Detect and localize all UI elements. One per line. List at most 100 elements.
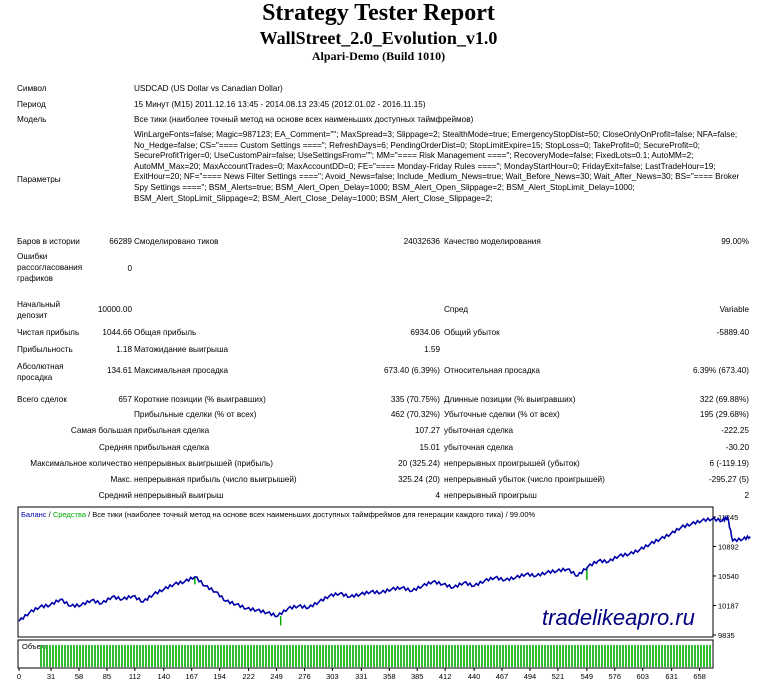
volume-bar bbox=[706, 645, 708, 667]
loss-trades-label: Убыточные сделки (% от всех) bbox=[444, 410, 560, 419]
rel-drawdown-label: Относительная просадка bbox=[444, 366, 540, 375]
maximal-prefix: Макс. bbox=[110, 475, 132, 484]
volume-bar bbox=[124, 645, 126, 667]
volume-bar bbox=[631, 645, 633, 667]
x-tick-label: 494 bbox=[524, 672, 537, 681]
volume-bar bbox=[607, 645, 609, 667]
net-profit-value: 1044.66 bbox=[102, 328, 132, 337]
long-positions-value: 322 (69.88%) bbox=[699, 395, 749, 404]
average-profit-value: 15.01 bbox=[419, 443, 441, 452]
volume-bar bbox=[544, 645, 546, 667]
volume-bar bbox=[49, 645, 51, 667]
volume-bar bbox=[523, 645, 525, 667]
volume-bar bbox=[148, 645, 150, 667]
quality-value: 99.00% bbox=[721, 237, 749, 246]
legend-equity: Средства bbox=[53, 510, 87, 519]
volume-bar bbox=[355, 645, 357, 667]
volume-bar bbox=[640, 645, 642, 667]
volume-bar bbox=[613, 645, 615, 667]
volume-bar bbox=[304, 645, 306, 667]
volume-bar bbox=[448, 645, 450, 667]
maximal-loss-label: непрерывный убыток (число проигрышей) bbox=[444, 475, 605, 484]
volume-bar bbox=[394, 645, 396, 667]
volume-bar bbox=[130, 645, 132, 667]
volume-bar bbox=[289, 645, 291, 667]
gross-loss-label: Общий убыток bbox=[444, 328, 500, 337]
volume-bar bbox=[541, 645, 543, 667]
avg-consec-losses-value: 2 bbox=[744, 491, 749, 500]
average-loss-label: убыточная сделка bbox=[444, 443, 514, 452]
volume-bar bbox=[268, 645, 270, 667]
volume-bar bbox=[688, 645, 690, 667]
short-positions-value: 335 (70.75%) bbox=[390, 395, 440, 404]
volume-bar bbox=[214, 645, 216, 667]
volume-bar bbox=[241, 645, 243, 667]
volume-bar bbox=[421, 645, 423, 667]
volume-bar bbox=[577, 645, 579, 667]
avg-consec-wins-label: непрерывный выигрыш bbox=[134, 491, 224, 500]
profit-trades-value: 462 (70.32%) bbox=[390, 410, 440, 419]
params-value: WinLargeFonts=false; Magic=987123; EA_Co… bbox=[134, 130, 740, 203]
expert-name: WallStreet_2.0_Evolution_v1.0 bbox=[259, 28, 498, 48]
volume-bar bbox=[508, 645, 510, 667]
avg-consec-prefix: Средний bbox=[98, 491, 132, 500]
y-tick-label: 10892 bbox=[718, 543, 739, 552]
abs-drawdown-label: Абсолютная просадка bbox=[17, 362, 64, 382]
volume-bar bbox=[427, 645, 429, 667]
volume-bar bbox=[112, 645, 114, 667]
volume-bar bbox=[307, 645, 309, 667]
volume-bar bbox=[325, 645, 327, 667]
symbol-value: USDCAD (US Dollar vs Canadian Dollar) bbox=[134, 84, 283, 93]
volume-bar bbox=[166, 645, 168, 667]
volume-bar bbox=[679, 645, 681, 667]
y-tick-label: 10187 bbox=[718, 602, 739, 611]
volume-bar bbox=[43, 645, 45, 667]
volume-bar bbox=[217, 645, 219, 667]
volume-bar bbox=[205, 645, 207, 667]
ticks-value: 24032636 bbox=[403, 237, 440, 246]
average-loss-value: -30.20 bbox=[725, 443, 749, 452]
volume-bar bbox=[67, 645, 69, 667]
max-consec-wins-label: непрерывных выигрышей (прибыль) bbox=[134, 459, 274, 468]
spread-label: Спред bbox=[444, 305, 469, 314]
volume-bar bbox=[490, 645, 492, 667]
volume-bar bbox=[592, 645, 594, 667]
volume-bar bbox=[388, 645, 390, 667]
x-tick-label: 358 bbox=[383, 672, 396, 681]
x-tick-label: 631 bbox=[665, 672, 678, 681]
volume-bar bbox=[247, 645, 249, 667]
volume-bar bbox=[487, 645, 489, 667]
volume-bar bbox=[547, 645, 549, 667]
volume-bar bbox=[526, 645, 528, 667]
profit-factor-label: Прибыльность bbox=[17, 345, 73, 354]
volume-bar bbox=[379, 645, 381, 667]
volume-bar bbox=[349, 645, 351, 667]
volume-bar bbox=[406, 645, 408, 667]
x-tick-label: 521 bbox=[552, 672, 565, 681]
legend-balance: Баланс bbox=[21, 510, 47, 519]
volume-bar bbox=[226, 645, 228, 667]
x-tick-label: 167 bbox=[185, 672, 198, 681]
volume-bar bbox=[259, 645, 261, 667]
volume-bar bbox=[634, 645, 636, 667]
volume-bar bbox=[337, 645, 339, 667]
max-consec-losses-label: непрерывных проигрышей (убыток) bbox=[444, 459, 580, 468]
largest-loss-value: -222.25 bbox=[721, 426, 749, 435]
ticks-label: Смоделировано тиков bbox=[134, 237, 219, 246]
volume-bar bbox=[253, 645, 255, 667]
volume-bar bbox=[622, 645, 624, 667]
volume-bar bbox=[265, 645, 267, 667]
volume-bar bbox=[619, 645, 621, 667]
x-tick-label: 85 bbox=[103, 672, 111, 681]
volume-bar bbox=[103, 645, 105, 667]
volume-bar bbox=[145, 645, 147, 667]
volume-bar bbox=[367, 645, 369, 667]
volume-bar bbox=[184, 645, 186, 667]
avg-consec-losses-label: непрерывный проигрыш bbox=[444, 491, 537, 500]
volume-bar bbox=[655, 645, 657, 667]
volume-bar bbox=[646, 645, 648, 667]
max-consec-prefix: Максимальное количество bbox=[30, 459, 132, 468]
x-tick-label: 331 bbox=[355, 672, 368, 681]
volume-bar bbox=[196, 645, 198, 667]
volume-bar bbox=[76, 645, 78, 667]
